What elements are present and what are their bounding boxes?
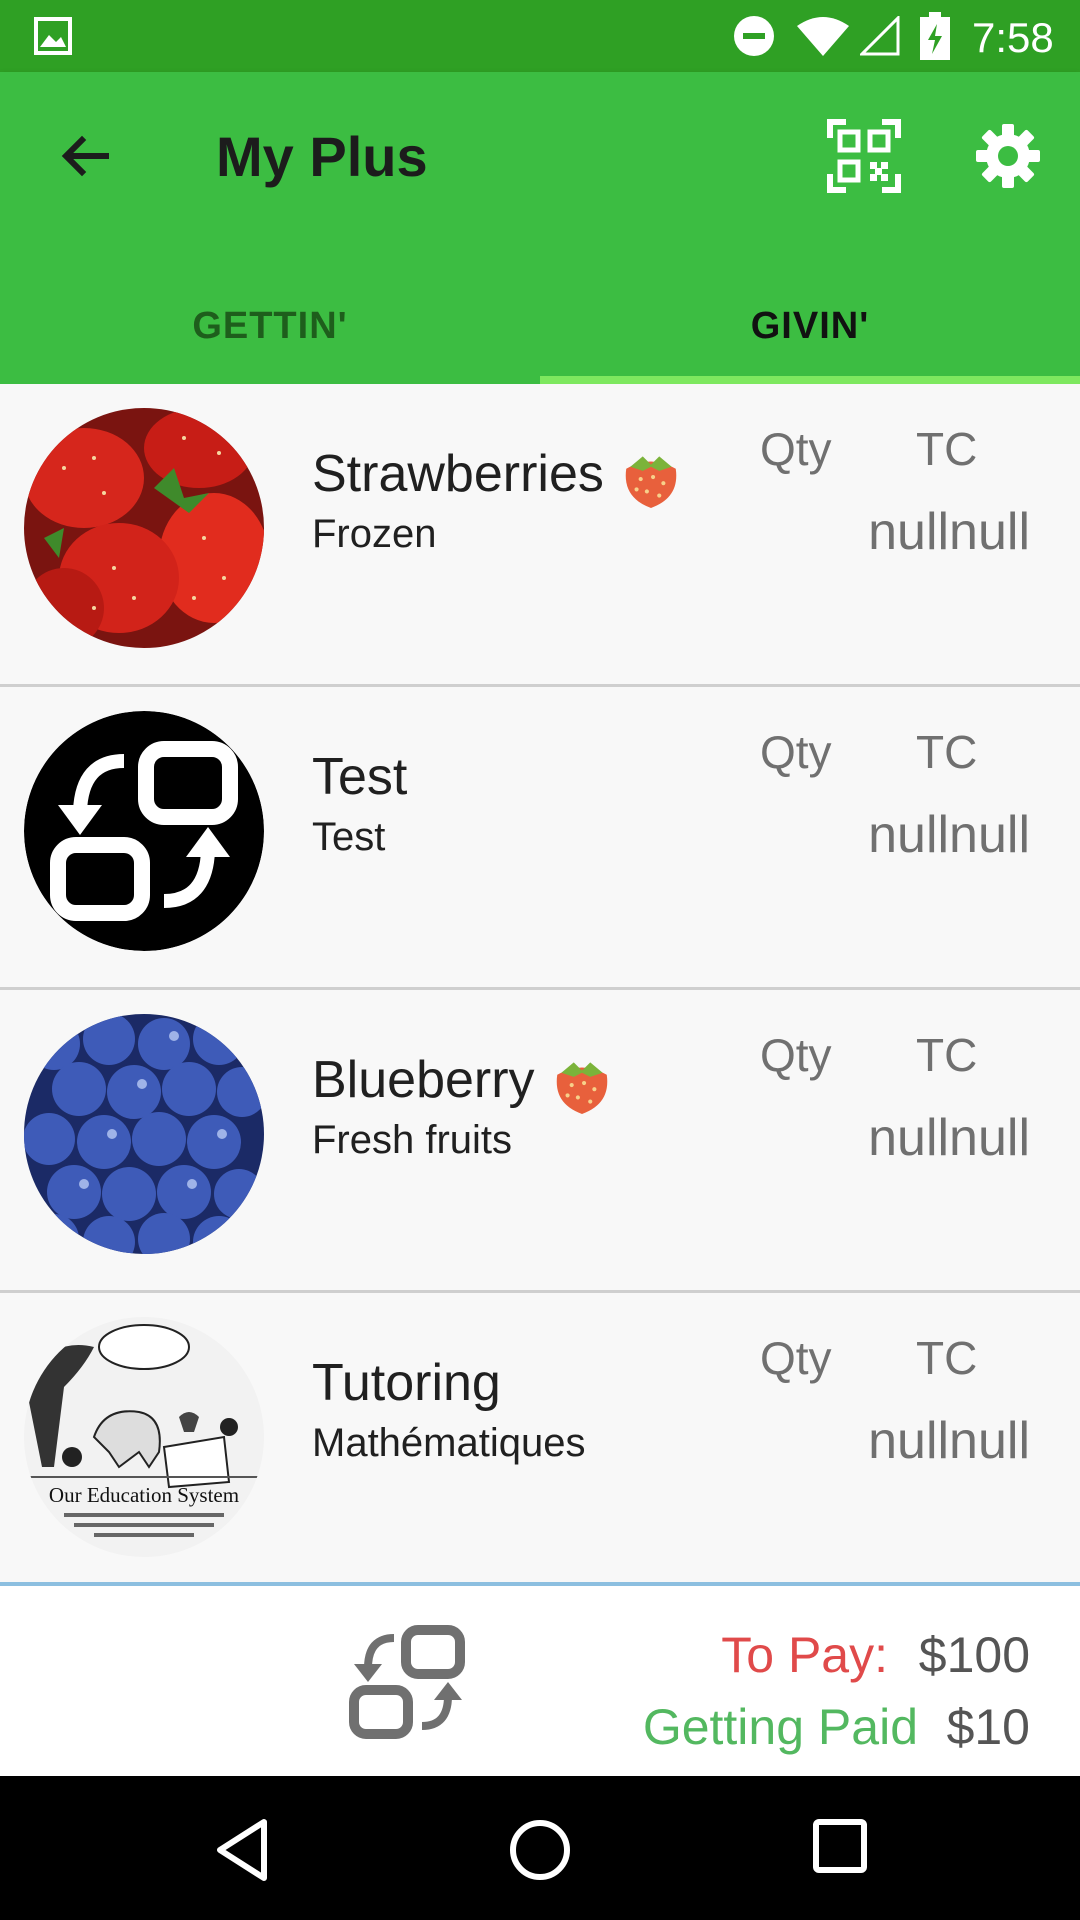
settings-gear-icon[interactable] (972, 120, 1044, 192)
gallery-notification-icon (34, 17, 72, 55)
payment-summary-footer: To Pay: $100 Getting Paid $10 (0, 1582, 1080, 1780)
item-subtitle: Test (312, 815, 386, 859)
item-value: nullnull (868, 1109, 1030, 1167)
cartoon-caption: Our Education System (49, 1483, 239, 1507)
qty-label: Qty (760, 1029, 832, 1081)
qty-label: Qty (760, 1332, 832, 1384)
nav-back-icon[interactable] (214, 1818, 270, 1882)
item-name-text: Tutoring (312, 1354, 501, 1412)
qty-label: Qty (760, 726, 832, 778)
item-subtitle: Frozen (312, 512, 437, 556)
item-subtitle: Fresh fruits (312, 1118, 513, 1162)
status-bar: 7:58 (0, 0, 1080, 72)
status-time: 7:58 (972, 14, 1054, 61)
nav-recents-icon[interactable] (812, 1818, 868, 1874)
item-list: Strawberries Frozen Qty TC nullnull Test… (0, 384, 1080, 1596)
tab-selected-indicator (540, 376, 1080, 384)
to-pay-label: To Pay: (721, 1627, 888, 1683)
tc-label: TC (916, 423, 978, 475)
strawberries-thumbnail (24, 408, 264, 648)
signal-icon (860, 16, 900, 56)
qty-label: Qty (760, 423, 832, 475)
nav-home-icon[interactable] (508, 1818, 572, 1882)
item-name: Strawberries (312, 444, 684, 510)
item-value: nullnull (868, 806, 1030, 864)
to-pay-value: $100 (918, 1627, 1030, 1683)
battery-charging-icon (920, 12, 950, 60)
wifi-icon (797, 17, 849, 56)
back-arrow-icon[interactable] (48, 122, 120, 194)
item-name: Test (312, 747, 407, 807)
swap-icon[interactable] (348, 1624, 468, 1740)
item-subtitle: Mathématiques (312, 1421, 586, 1465)
getting-paid-value: $10 (946, 1699, 1030, 1755)
qr-code-scan-icon[interactable] (826, 118, 902, 194)
item-name: Tutoring (312, 1353, 501, 1413)
tc-label: TC (916, 726, 978, 778)
list-item[interactable]: Strawberries Frozen Qty TC nullnull (0, 384, 1080, 687)
strawberry-icon (556, 1062, 607, 1115)
tab-givin[interactable]: GIVIN' (540, 268, 1080, 384)
list-item[interactable]: Test Test Qty TC nullnull (0, 687, 1080, 990)
getting-paid-label: Getting Paid (642, 1699, 918, 1755)
list-item[interactable]: Blueberry Fresh fruits Qty TC nullnull (0, 990, 1080, 1293)
strawberry-icon (625, 456, 677, 509)
item-value: nullnull (868, 503, 1030, 561)
tc-label: TC (916, 1332, 978, 1384)
item-name-text: Blueberry (312, 1051, 535, 1109)
blueberry-thumbnail (24, 1014, 264, 1254)
app-bar: My Plus GETTIN' GIVIN' (0, 72, 1080, 384)
system-navigation-bar (0, 1776, 1080, 1920)
item-name-text: Strawberries (312, 445, 604, 503)
tc-label: TC (916, 1029, 978, 1081)
item-name-text: Test (312, 748, 408, 806)
list-item[interactable]: Our Education System Tutoring Mathématiq… (0, 1293, 1080, 1596)
item-name: Blueberry (312, 1050, 615, 1116)
swap-logo-thumbnail (24, 711, 264, 951)
item-value: nullnull (868, 1412, 1030, 1470)
do-not-disturb-icon (734, 16, 774, 56)
tab-gettin[interactable]: GETTIN' (0, 268, 540, 384)
page-title: My Plus (216, 125, 428, 188)
tutoring-cartoon-thumbnail: Our Education System (24, 1317, 264, 1557)
